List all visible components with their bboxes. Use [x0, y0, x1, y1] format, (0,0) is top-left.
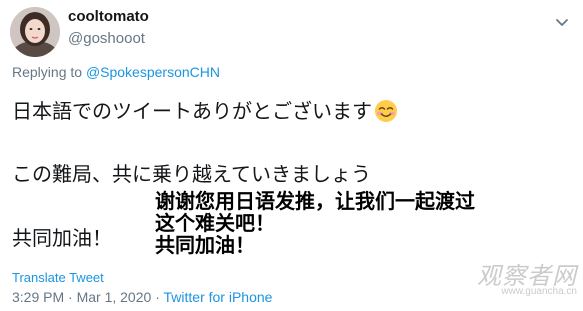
caption-overlay: 谢谢您用日语发推，让我们一起渡过 这个难关吧！ 共同加油！	[155, 190, 475, 256]
meta-separator: ·	[155, 289, 160, 305]
caption-line-1: 谢谢您用日语发推，让我们一起渡过	[155, 189, 475, 213]
tweet-text-line-2: この難局、共に乗り越えていきましょう	[12, 162, 371, 186]
tweet-text-line-3: 共同加油！	[12, 226, 112, 250]
tweet-line-1-text: 日本語でのツイートありがとございます	[12, 99, 372, 123]
display-name[interactable]: cooltomato	[68, 8, 149, 25]
caption-line-2: 这个难关吧！	[155, 211, 275, 235]
tweet-meta: 3:29 PM · Mar 1, 2020 · Twitter for iPho…	[12, 289, 272, 305]
avatar-image	[10, 7, 60, 57]
reply-context: Replying to @SpokespersonCHN	[12, 64, 220, 80]
user-handle[interactable]: @goshooot	[68, 30, 145, 47]
chevron-down-icon[interactable]	[552, 12, 572, 32]
reply-prefix: Replying to	[12, 64, 83, 80]
source-app-link[interactable]: Twitter for iPhone	[164, 289, 273, 305]
watermark-logo: 观察者网 www.guancha.cn	[458, 254, 583, 311]
translate-tweet-link[interactable]: Translate Tweet	[12, 270, 104, 285]
caption-line-3: 共同加油！	[155, 233, 255, 257]
watermark-url: www.guancha.cn	[501, 286, 577, 297]
avatar[interactable]	[10, 7, 60, 57]
timestamp[interactable]: 3:29 PM · Mar 1, 2020	[12, 289, 151, 305]
reply-mention-link[interactable]: @SpokespersonCHN	[86, 64, 220, 80]
tweet-text-line-1: 日本語でのツイートありがとございます	[12, 95, 398, 128]
tweet-card: cooltomato @goshooot Replying to @Spokes…	[0, 0, 583, 311]
smiling-face-with-smiling-eyes-icon	[374, 99, 398, 128]
